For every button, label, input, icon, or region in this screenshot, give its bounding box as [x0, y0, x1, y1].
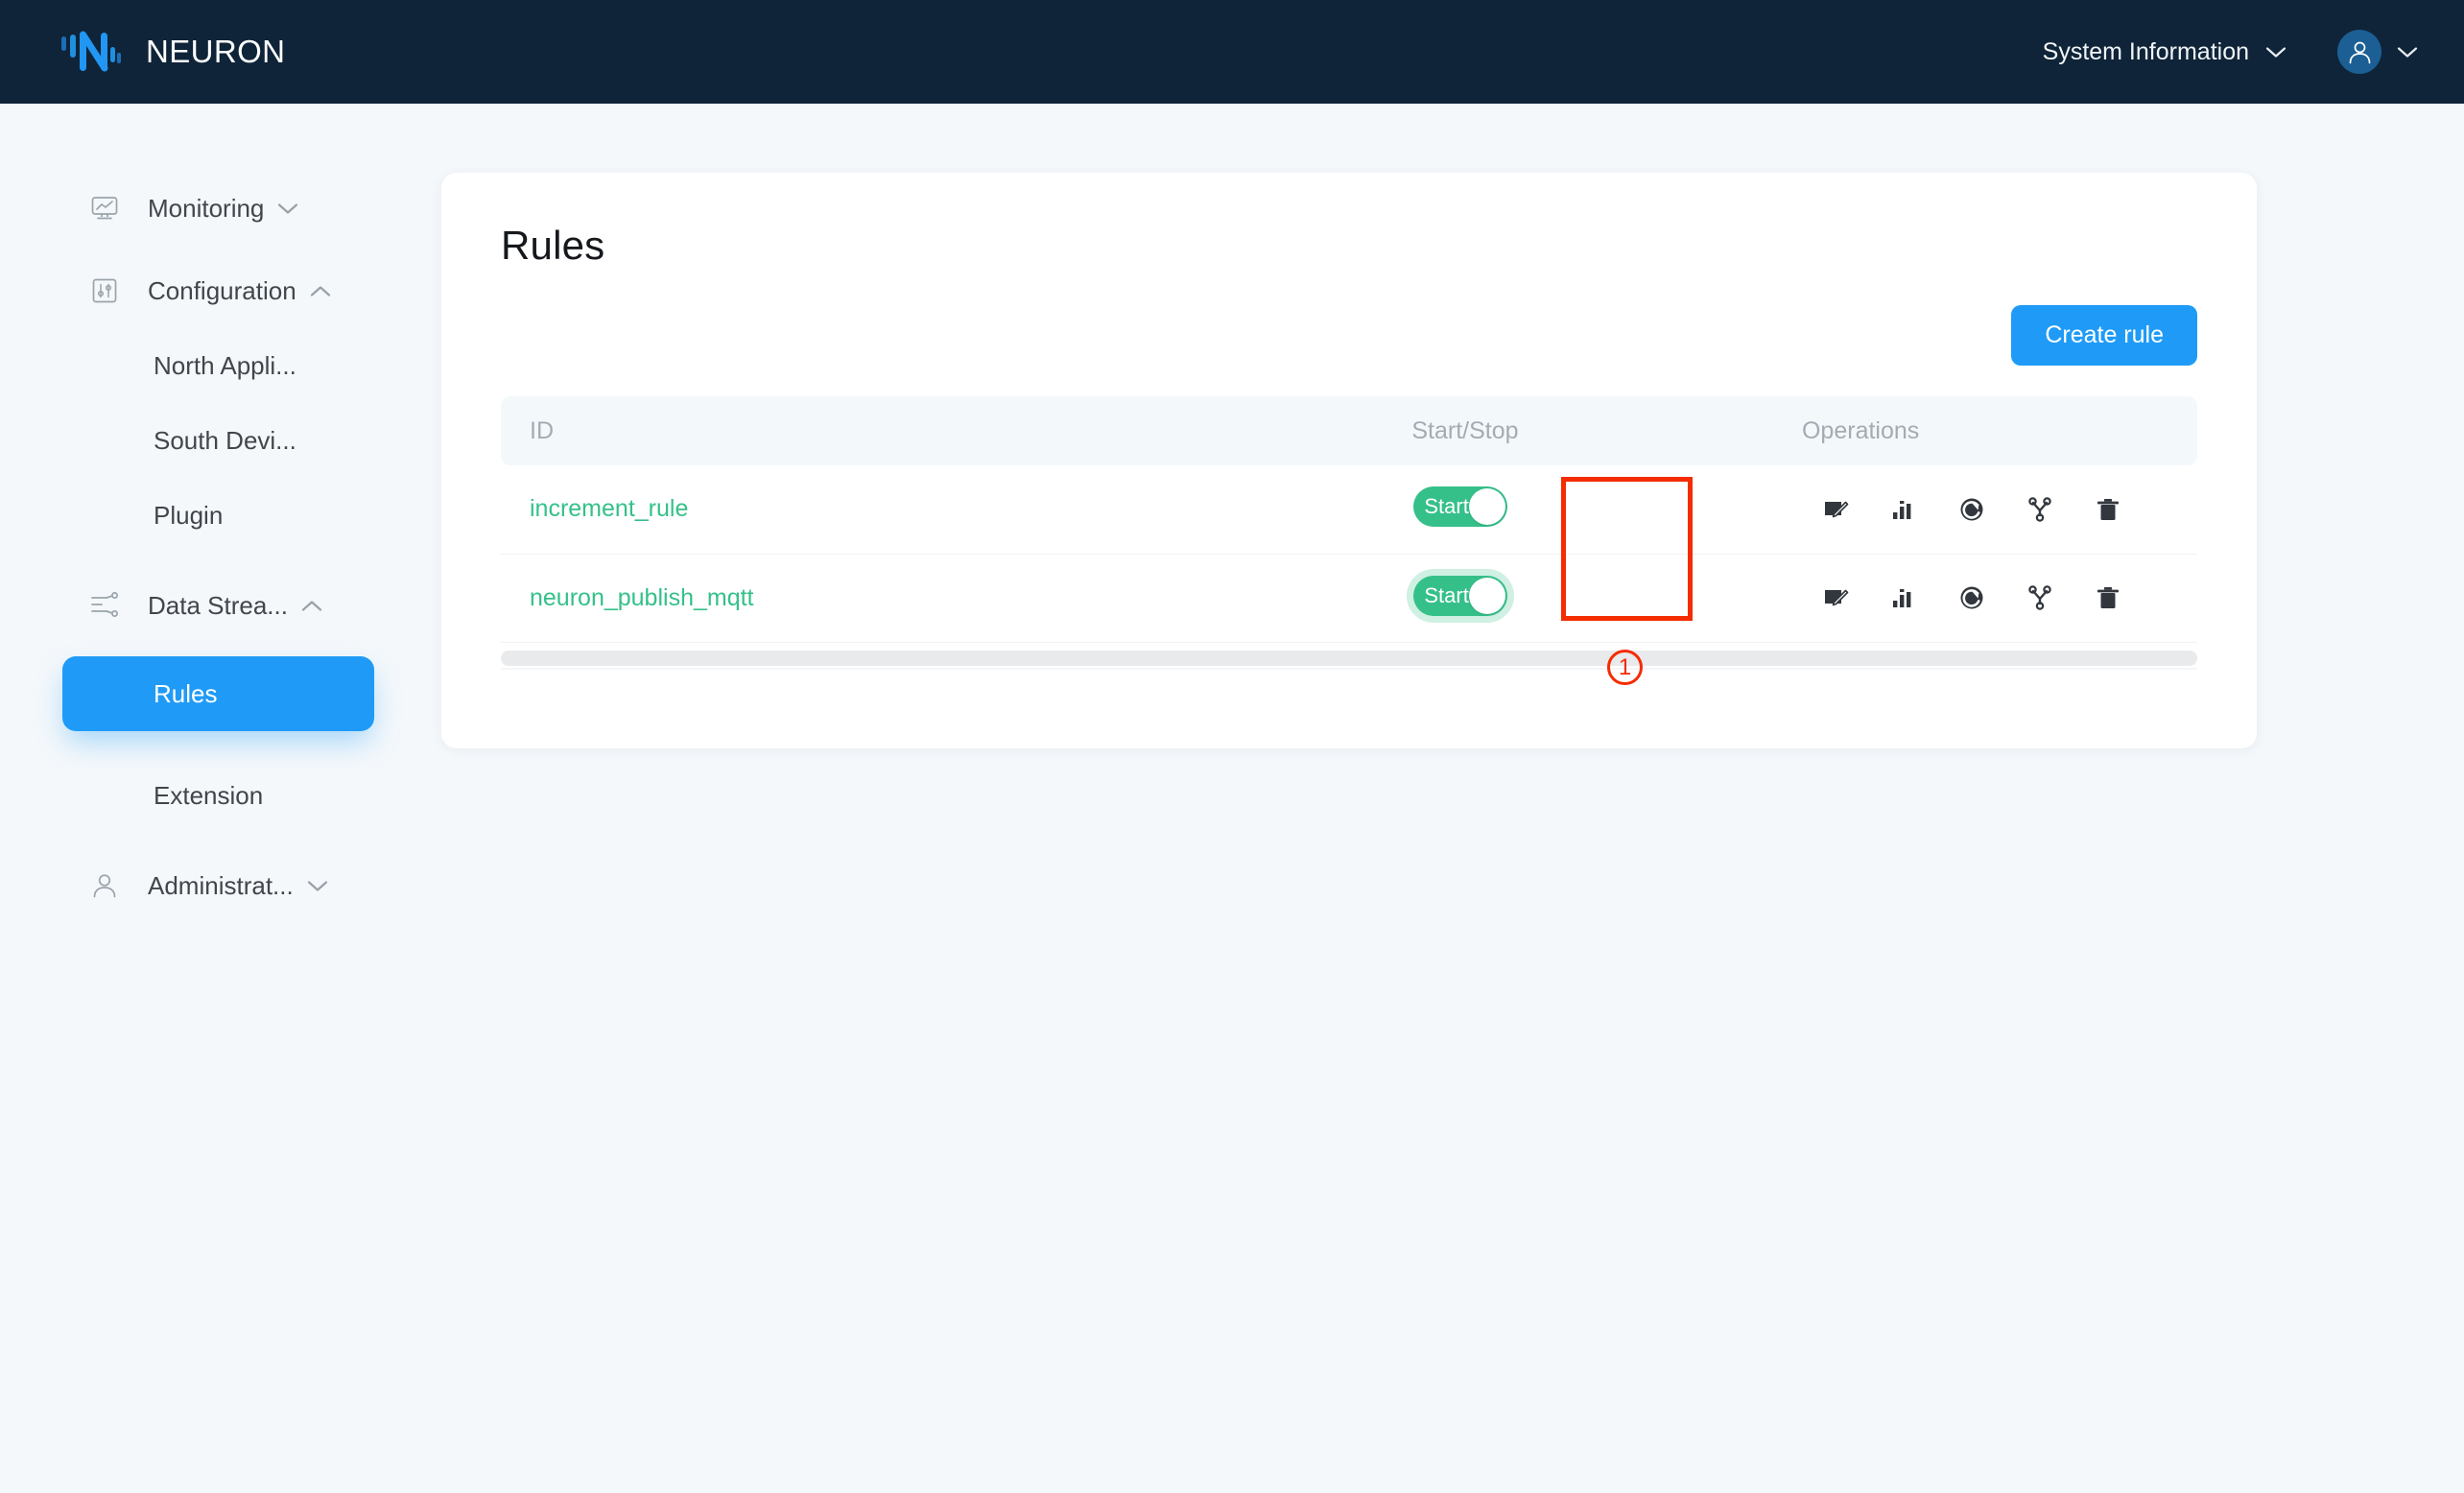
table-body: increment_rule Start neuron_publish_mqtt… [501, 465, 2197, 643]
sidebar-item-plugin[interactable]: Plugin [0, 484, 441, 547]
card-footer-spacer [441, 670, 2257, 748]
sidebar-group-data-streaming[interactable]: Data Strea... [0, 574, 441, 637]
sidebar-item-label: Plugin [154, 500, 224, 530]
system-information-label: System Information [2042, 37, 2249, 65]
cell-operations [1772, 554, 2197, 643]
table-head: ID Start/Stop Operations [501, 396, 2197, 465]
chevron-down-icon [2397, 46, 2418, 59]
start-stop-toggle[interactable]: Start [1413, 486, 1508, 528]
brand-name: NEURON [146, 34, 286, 69]
sidebar-group-label: Data Strea... [148, 590, 288, 620]
chevron-up-icon [301, 600, 322, 612]
sidebar-group-administration[interactable]: Administrat... [0, 854, 441, 917]
sidebar-item-north-applications[interactable]: North Appli... [0, 334, 441, 397]
brand: NEURON [59, 30, 285, 74]
start-stop-toggle[interactable]: Start [1413, 575, 1508, 616]
chevron-down-icon [307, 880, 328, 892]
delete-icon[interactable] [2092, 581, 2124, 614]
sidebar-item-label: North Appli... [154, 350, 296, 380]
horizontal-scrollbar[interactable] [501, 650, 2197, 666]
rules-table-wrapper: ID Start/Stop Operations increment_rule … [441, 366, 2257, 643]
sidebar-group-label: Administrat... [148, 870, 294, 900]
sidebar-item-label: South Devi... [154, 425, 296, 455]
column-header-id: ID [501, 396, 1384, 465]
operations-group [1802, 493, 2197, 526]
edit-icon[interactable] [1819, 581, 1852, 614]
app-header: NEURON System Information [0, 0, 2464, 104]
cell-id: neuron_publish_mqtt [501, 554, 1384, 643]
page-title: Rules [501, 223, 605, 268]
toggle-knob [1469, 577, 1506, 614]
monitor-chart-icon [88, 192, 121, 225]
status-chart-icon[interactable] [1887, 493, 1920, 526]
table-row: increment_rule Start [501, 465, 2197, 555]
sidebar-group-label: Configuration [148, 275, 296, 305]
sliders-icon [88, 274, 121, 307]
rule-id-link[interactable]: increment_rule [530, 495, 688, 522]
create-rule-button[interactable]: Create rule [2011, 305, 2197, 366]
status-chart-icon[interactable] [1887, 581, 1920, 614]
system-information-menu[interactable]: System Information [2035, 29, 2294, 76]
rule-id-link[interactable]: neuron_publish_mqtt [530, 584, 754, 611]
sidebar-group-label: Monitoring [148, 193, 265, 223]
user-menu[interactable] [2337, 30, 2418, 74]
avatar[interactable] [2337, 30, 2381, 74]
sidebar: Monitoring Configuration North Appli... [0, 104, 441, 1493]
sidebar-item-extension[interactable]: Extension [0, 764, 441, 827]
rules-table: ID Start/Stop Operations increment_rule … [501, 396, 2197, 643]
table-row: neuron_publish_mqtt Start [501, 554, 2197, 643]
chevron-down-icon [2265, 46, 2286, 59]
topology-icon[interactable] [2024, 581, 2056, 614]
sidebar-item-rules[interactable]: Rules [62, 656, 374, 731]
restart-icon[interactable] [1955, 493, 1988, 526]
chevron-down-icon [277, 202, 298, 215]
header-right-cluster: System Information [2035, 29, 2418, 76]
restart-icon[interactable] [1955, 581, 1988, 614]
edit-icon[interactable] [1819, 493, 1852, 526]
cell-operations [1772, 465, 2197, 555]
card-actions: Create rule [441, 269, 2257, 366]
column-header-operations: Operations [1772, 396, 2197, 465]
toggle-knob [1469, 488, 1506, 526]
neuron-bars-logo-icon [59, 30, 121, 74]
sidebar-item-label: Rules [154, 678, 218, 708]
delete-icon[interactable] [2092, 493, 2124, 526]
rules-card: Rules Create rule ID Start/Stop Operatio… [441, 173, 2257, 748]
sidebar-group-configuration[interactable]: Configuration [0, 259, 441, 322]
cell-start-stop: Start [1383, 554, 1773, 643]
cell-id: increment_rule [501, 465, 1384, 555]
toggle-label: Start [1424, 582, 1469, 607]
sidebar-item-label: Extension [154, 780, 264, 810]
column-header-start-stop: Start/Stop [1383, 396, 1773, 465]
sidebar-group-monitoring[interactable]: Monitoring [0, 177, 441, 240]
toggle-label: Start [1424, 494, 1469, 519]
sidebar-item-south-devices[interactable]: South Devi... [0, 409, 441, 472]
table-header-row: ID Start/Stop Operations [501, 396, 2197, 465]
operations-group [1802, 581, 2197, 614]
chevron-up-icon [310, 285, 331, 297]
person-icon [88, 869, 121, 902]
data-flow-icon [88, 589, 121, 622]
cell-start-stop: Start [1383, 465, 1773, 555]
topology-icon[interactable] [2024, 493, 2056, 526]
